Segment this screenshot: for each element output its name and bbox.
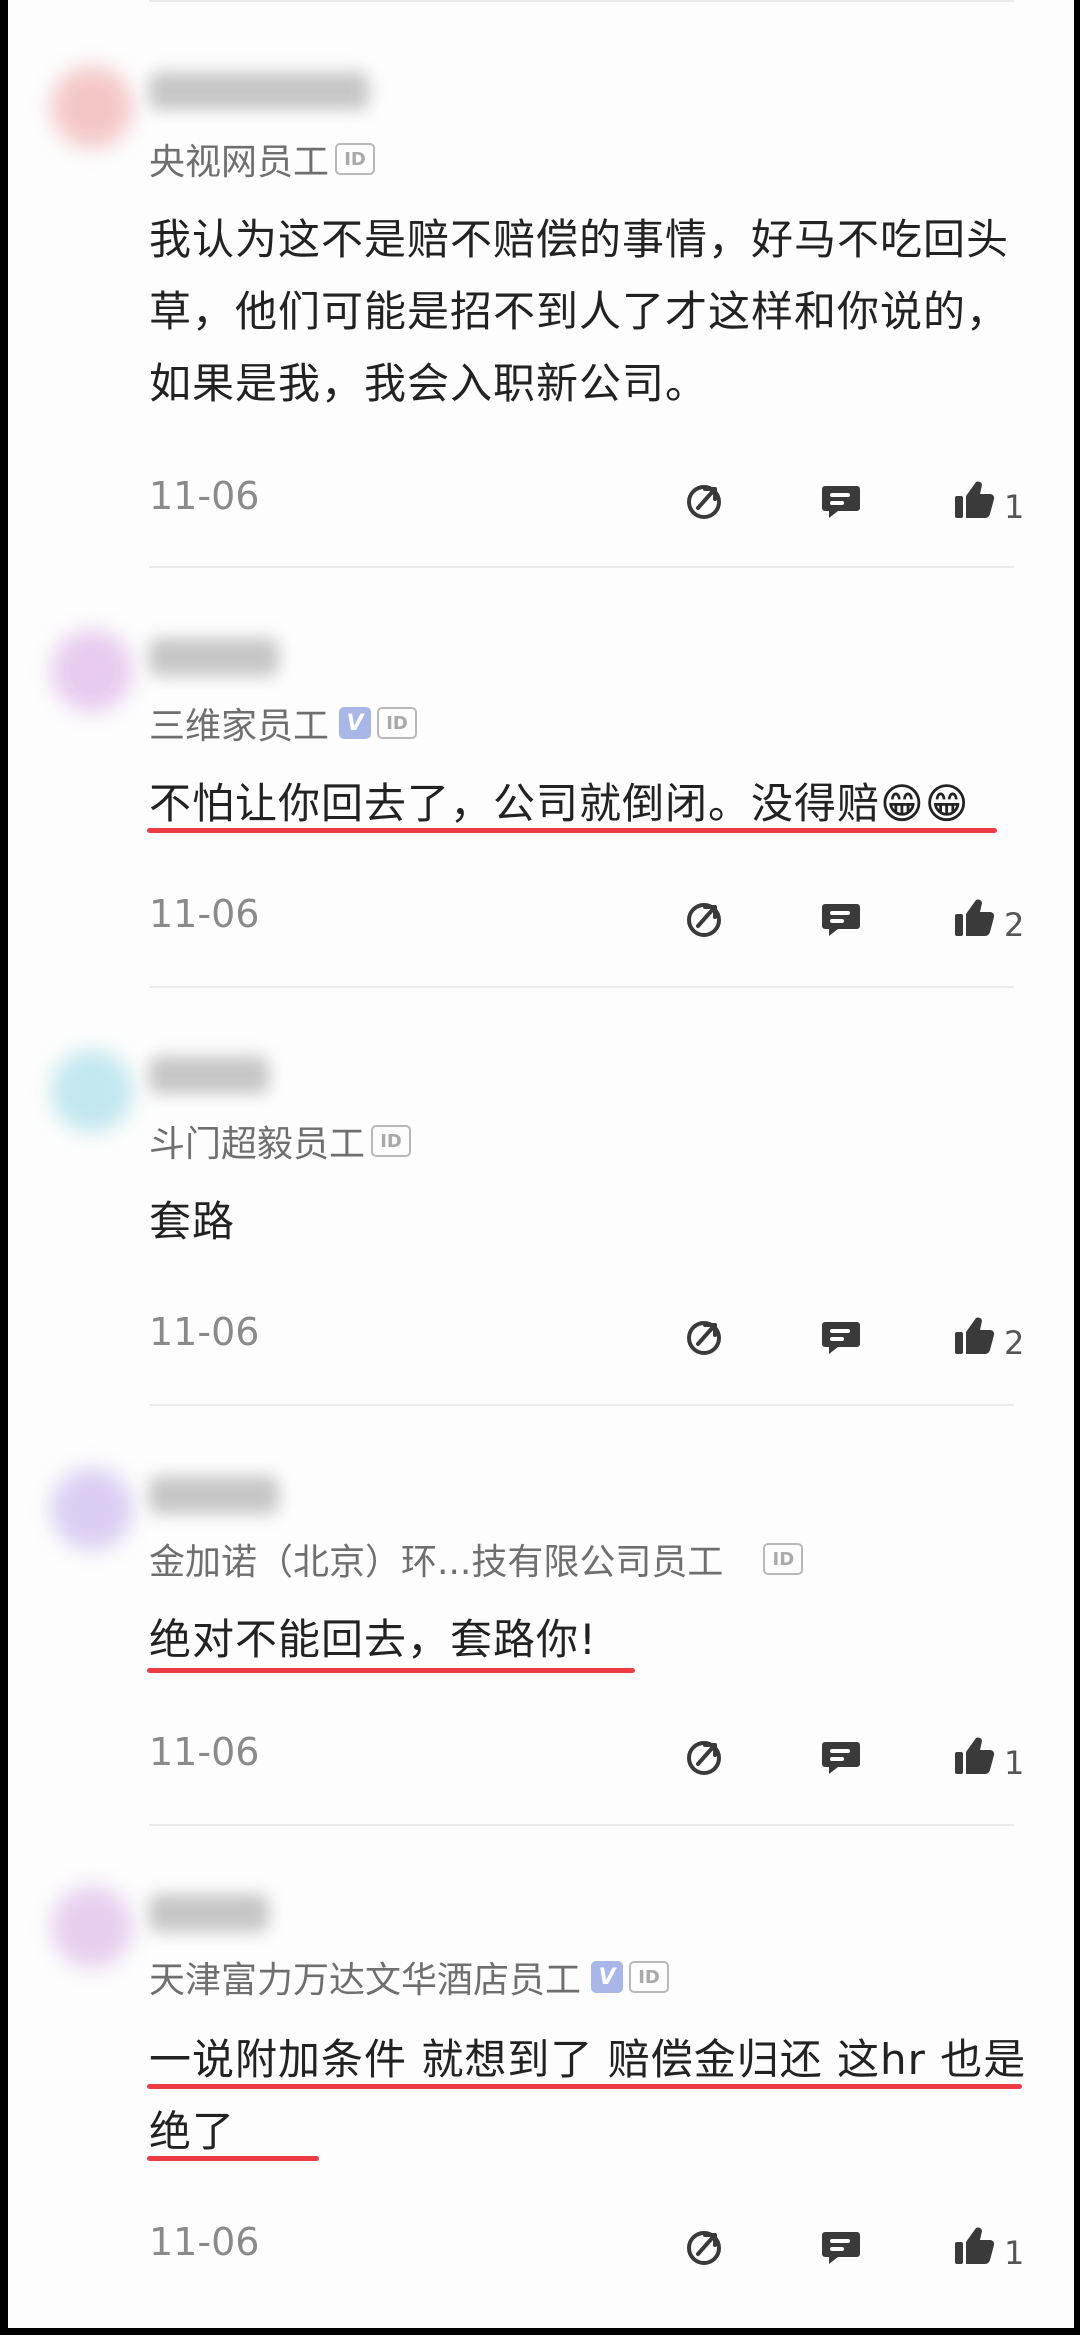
highlight-underline (147, 828, 997, 833)
username-blurred[interactable] (149, 72, 369, 110)
username-blurred[interactable] (149, 638, 279, 676)
thumbs-up-icon (955, 899, 995, 937)
share-button[interactable] (684, 1316, 726, 1358)
divider (149, 1404, 1014, 1406)
highlight-underline (147, 2156, 319, 2161)
like-button[interactable]: 1 (952, 474, 1024, 526)
share-icon (687, 2231, 721, 2265)
like-button[interactable]: 2 (952, 892, 1024, 944)
share-icon (687, 903, 721, 937)
comment-text: 我认为这不是赔不赔偿的事情，好马不吃回头草，他们可能是招不到人了才这样和你说的，… (149, 215, 1010, 408)
share-button[interactable] (684, 2226, 726, 2268)
share-button[interactable] (684, 1736, 726, 1778)
id-badge-icon: ID (371, 1125, 412, 1157)
id-badge-icon: ID (335, 143, 376, 175)
verified-badge-icon: V (339, 707, 372, 739)
comment-feed: 央视网员工 ID 我认为这不是赔不赔偿的事情，好马不吃回头草，他们可能是招不到人… (8, 0, 1074, 2328)
like-count: 2 (1004, 906, 1025, 944)
like-count: 1 (1004, 488, 1025, 526)
thumbs-up-icon (955, 2227, 995, 2265)
highlight-underline (147, 1668, 635, 1673)
avatar[interactable] (51, 1050, 133, 1132)
company-line: 央视网员工 ID (149, 136, 376, 183)
comment-date: 11-06 (149, 474, 260, 518)
company-line: 金加诺（北京）环...技有限公司员工 ID (149, 1536, 804, 1583)
id-badge-icon: ID (629, 1961, 670, 1993)
reply-button[interactable] (820, 1736, 862, 1778)
thumbs-up-icon (955, 481, 995, 519)
company-line: 三维家员工 V ID (149, 700, 418, 747)
company-name: 三维家员工 (149, 706, 330, 747)
verified-badge-icon: V (591, 1961, 624, 1993)
avatar[interactable] (51, 1468, 133, 1550)
id-badge-icon: ID (377, 707, 418, 739)
comment-icon (822, 486, 860, 518)
avatar[interactable] (51, 630, 133, 712)
avatar[interactable] (51, 1886, 133, 1968)
thumbs-up-icon (955, 1737, 995, 1775)
company-name: 斗门超毅员工 (149, 1124, 366, 1165)
id-badge-icon: ID (763, 1543, 804, 1575)
reply-button[interactable] (820, 898, 862, 940)
avatar[interactable] (51, 66, 133, 148)
company-line: 天津富力万达文华酒店员工 V ID (149, 1954, 670, 2001)
company-line: 斗门超毅员工 ID (149, 1118, 412, 1165)
comment-date: 11-06 (149, 892, 260, 936)
reply-button[interactable] (820, 1316, 862, 1358)
share-button[interactable] (684, 898, 726, 940)
like-button[interactable]: 1 (952, 1730, 1024, 1782)
username-blurred[interactable] (149, 1476, 279, 1514)
reply-button[interactable] (820, 2226, 862, 2268)
divider (149, 0, 1014, 2)
like-button[interactable]: 1 (952, 2220, 1024, 2272)
share-icon (687, 485, 721, 519)
comment-date: 11-06 (149, 1730, 260, 1774)
comment-text: 套路 (149, 1197, 236, 1246)
like-button[interactable]: 2 (952, 1310, 1024, 1362)
divider (149, 986, 1014, 988)
comment-date: 11-06 (149, 2220, 260, 2264)
comment-icon (822, 2232, 860, 2264)
like-count: 1 (1004, 1744, 1025, 1782)
share-icon (687, 1741, 721, 1775)
comment-text: 绝对不能回去，套路你! (149, 1615, 597, 1664)
username-blurred[interactable] (149, 1056, 269, 1094)
like-count: 1 (1004, 2234, 1025, 2272)
company-name: 金加诺（北京）环...技有限公司员工 (149, 1542, 724, 1583)
comment-text: 一说附加条件 就想到了 赔偿金归还 这hr 也是绝了 (149, 2035, 1027, 2156)
comment-icon (822, 904, 860, 936)
like-count: 2 (1004, 1324, 1025, 1362)
divider (149, 566, 1014, 568)
divider (149, 1824, 1014, 1826)
company-name: 央视网员工 (149, 142, 330, 183)
highlight-underline (147, 2084, 1022, 2089)
reply-button[interactable] (820, 480, 862, 522)
thumbs-up-icon (955, 1317, 995, 1355)
comment-icon (822, 1742, 860, 1774)
share-button[interactable] (684, 480, 726, 522)
share-icon (687, 1321, 721, 1355)
comment-icon (822, 1322, 860, 1354)
comment-date: 11-06 (149, 1310, 260, 1354)
company-name: 天津富力万达文华酒店员工 (149, 1960, 582, 2001)
username-blurred[interactable] (149, 1894, 269, 1932)
